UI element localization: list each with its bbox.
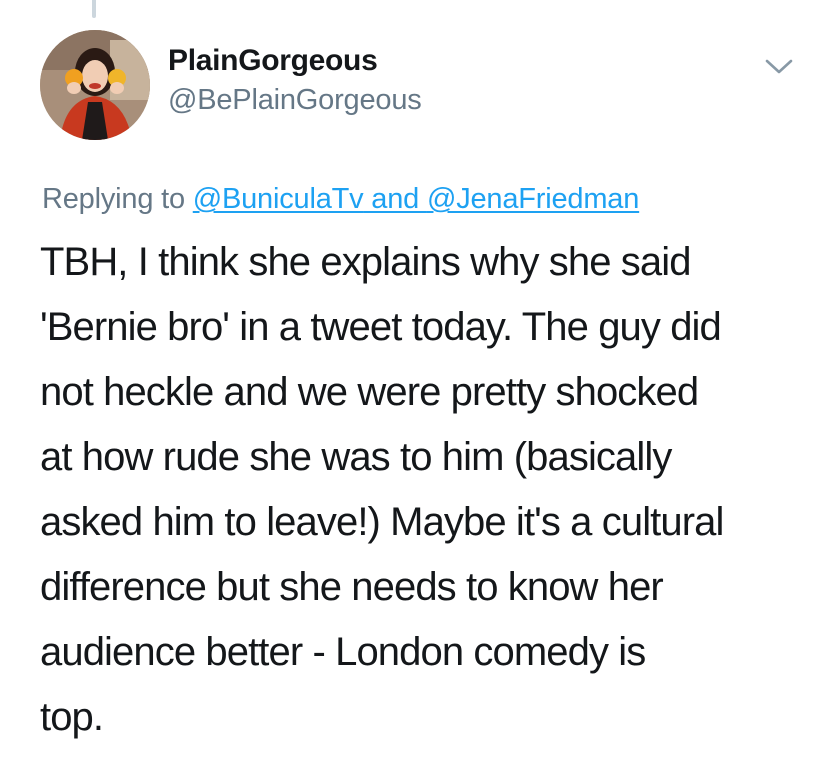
tweet-text-line: TBH, I think she explains why she said [40,240,691,284]
tweet-text-line: difference but she needs to know her [40,565,664,609]
tweet-text-line: top. [40,695,104,739]
tweet-text-line: not heckle and we were pretty shocked [40,370,699,414]
avatar[interactable] [40,30,150,140]
avatar-image [40,30,150,140]
reply-context-prefix: Replying to [42,183,193,215]
tweet-text: TBH, I think she explains why she said '… [40,230,800,750]
mention-separator: and [363,183,427,215]
user-handle[interactable]: @BePlainGorgeous [168,84,422,117]
tweet-text-line: 'Bernie bro' in a tweet today. The guy d… [40,305,722,349]
mention-link-bunicula[interactable]: @BuniculaTv and @JenaFriedman [192,183,640,215]
chevron-down-icon[interactable] [762,52,796,80]
reply-context: Replying to @BuniculaTv and @JenaFriedma… [42,183,639,216]
tweet-text-line: at how rude she was to him (basically [40,435,672,479]
mention-1-text: @BuniculaTv [192,183,364,215]
tweet-text-line: asked him to leave!) Maybe it's a cultur… [40,500,724,544]
mention-2-text: @JenaFriedman [426,183,640,215]
tweet-text-line: audience better - London comedy is [40,630,646,674]
thread-connector-line [92,0,96,18]
display-name[interactable]: PlainGorgeous [168,44,378,78]
